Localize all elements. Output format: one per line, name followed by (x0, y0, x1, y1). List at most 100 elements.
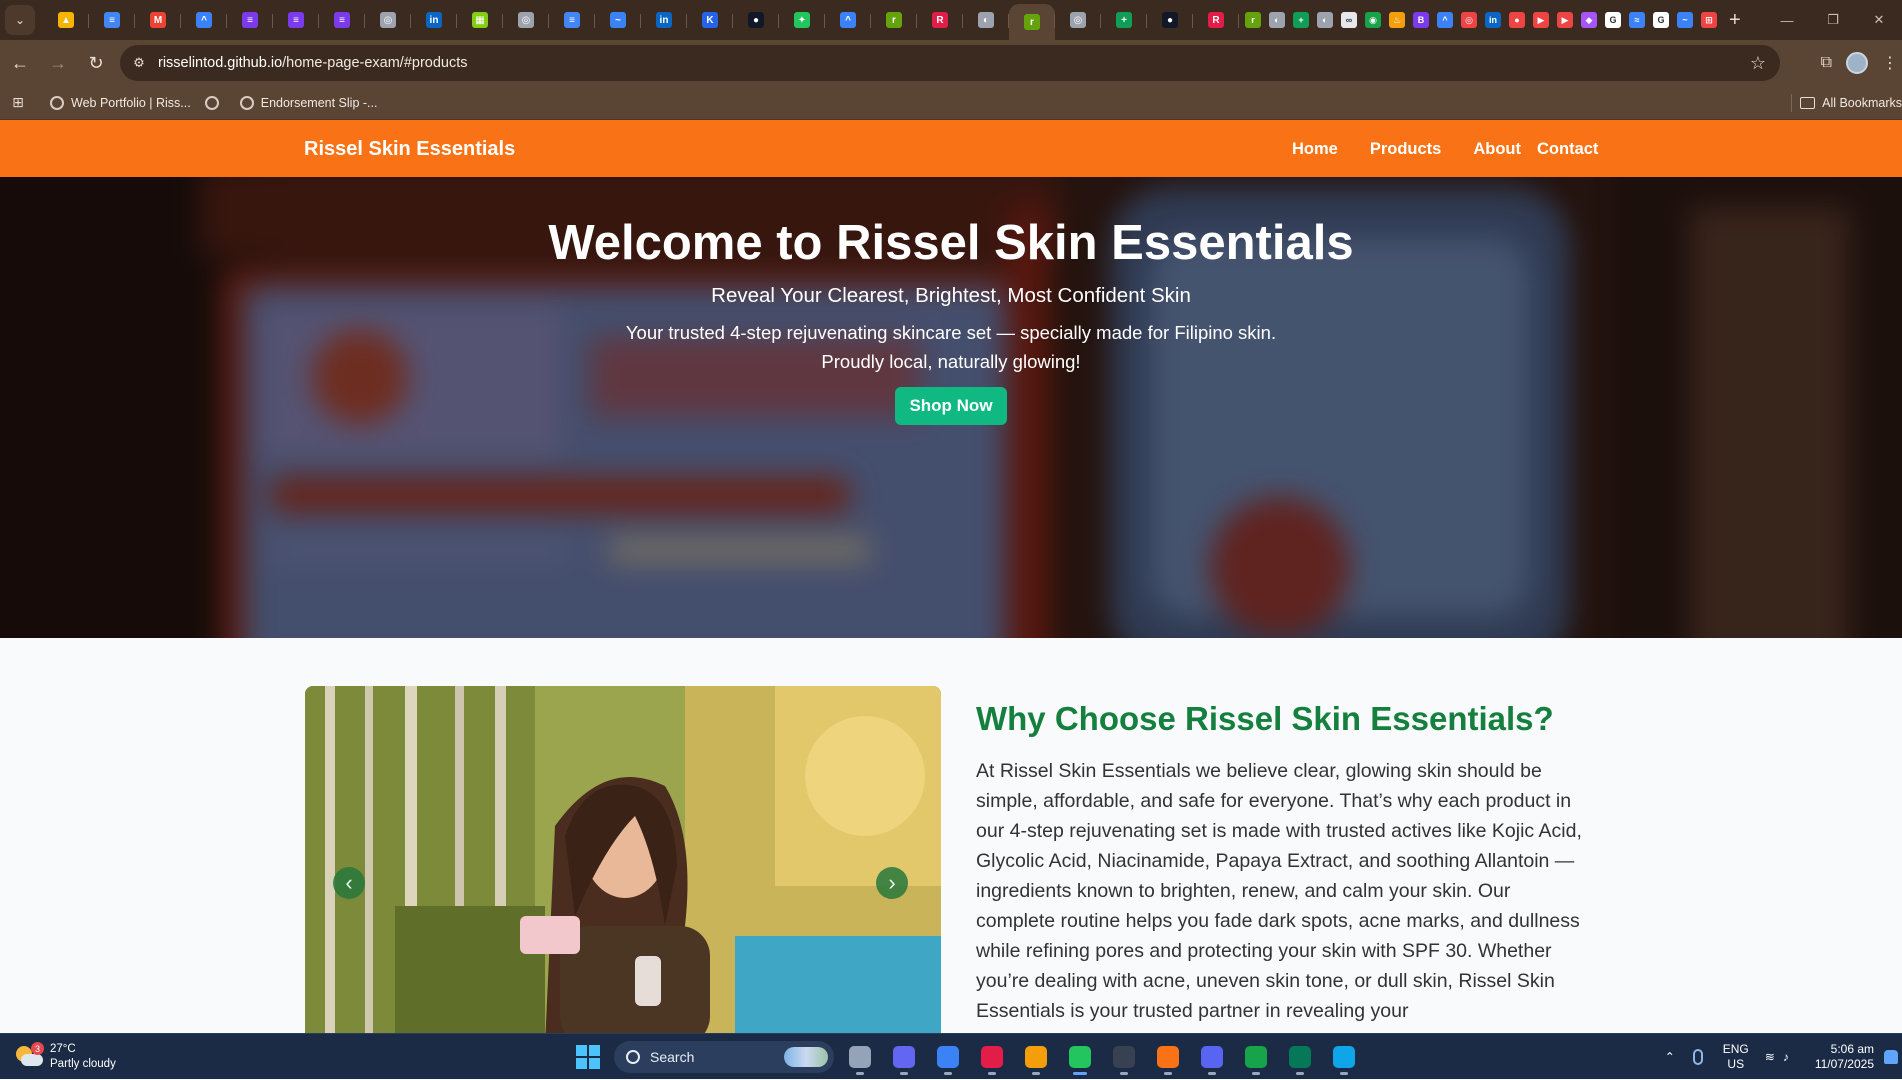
browser-tab[interactable]: R (1193, 4, 1239, 36)
browser-tab[interactable]: ≡ (273, 4, 319, 36)
nav-about[interactable]: About (1473, 140, 1521, 159)
forward-icon[interactable]: → (40, 45, 76, 81)
globe-icon[interactable]: ◐ (1269, 12, 1285, 28)
browser-tab[interactable]: ▲ (43, 4, 89, 36)
browser-tab[interactable]: ≡ (89, 4, 135, 36)
nav-products[interactable]: Products (1370, 140, 1442, 159)
browser-tab[interactable]: ^ (181, 4, 227, 36)
network-volume-icons[interactable]: ≋♪ (1765, 1050, 1797, 1064)
tab-search-icon[interactable]: ⌄ (5, 5, 35, 35)
browser-tab[interactable]: R (917, 4, 963, 36)
mongodb-compass-icon[interactable] (1238, 1039, 1274, 1075)
carousel-prev-icon[interactable]: ‹ (333, 867, 365, 899)
minimize-icon[interactable]: — (1764, 0, 1810, 40)
file-explorer-icon[interactable] (1018, 1039, 1054, 1075)
youtube-icon[interactable]: ▶ (1557, 12, 1573, 28)
meet-icon[interactable] (886, 1039, 922, 1075)
language-indicator[interactable]: ENG US (1723, 1042, 1749, 1072)
mongodb-icon[interactable] (1282, 1039, 1318, 1075)
app-icon[interactable]: ^ (1437, 12, 1453, 28)
all-bookmarks-button[interactable]: All Bookmarks (1800, 96, 1902, 110)
weather-widget[interactable]: 3 27°C Partly cloudy (16, 1042, 116, 1072)
show-hidden-icons-icon[interactable]: ⌃ (1665, 1050, 1675, 1064)
site-info-icon[interactable]: ⚙ (126, 50, 152, 76)
target-icon[interactable]: ◎ (1461, 12, 1477, 28)
browser-tab[interactable]: in (641, 4, 687, 36)
browser-tab[interactable]: ≡ (227, 4, 273, 36)
running-indicator (1032, 1072, 1040, 1075)
browser-tab[interactable]: + (1101, 4, 1147, 36)
bookmark-label: Endorsement Slip -... (260, 95, 378, 110)
profile-avatar[interactable] (1846, 52, 1868, 74)
chrome-icon[interactable] (1062, 1039, 1098, 1075)
shop-now-button[interactable]: Shop Now (895, 387, 1007, 425)
extensions-icon[interactable]: ⧉ (1821, 54, 1832, 72)
new-tab-button[interactable]: + (1729, 9, 1741, 32)
browser-tab[interactable]: ≡ (319, 4, 365, 36)
vscode-icon[interactable] (1326, 1039, 1362, 1075)
carousel-next-icon[interactable]: › (876, 867, 908, 899)
address-bar[interactable]: ⚙ risselintod.github.io/home-page-exam/#… (120, 45, 1780, 81)
browser-tab[interactable]: ^ (825, 4, 871, 36)
notepad-icon[interactable] (930, 1039, 966, 1075)
link-icon[interactable]: ∞ (1341, 12, 1357, 28)
browser-tab[interactable]: ◎ (1055, 4, 1101, 36)
close-icon[interactable]: ✕ (1856, 0, 1902, 40)
browser-tab[interactable]: ~ (595, 4, 641, 36)
google-icon[interactable]: G (1605, 12, 1621, 28)
messenger-icon[interactable]: ~ (1677, 12, 1693, 28)
browser-tab[interactable]: ✦ (779, 4, 825, 36)
back-icon[interactable]: ← (2, 45, 38, 81)
discord-icon[interactable] (1194, 1039, 1230, 1075)
cart-icon[interactable]: ⊞ (1701, 12, 1717, 28)
microphone-icon[interactable] (1692, 1049, 1703, 1065)
google-sheets-icon[interactable]: + (1293, 12, 1309, 28)
bookmark-star-icon[interactable]: ☆ (1750, 53, 1766, 74)
browser-tab[interactable]: ◎ (365, 4, 411, 36)
browser-tab[interactable]: ● (733, 4, 779, 36)
weather-temp: 27°C (50, 1043, 76, 1055)
taskbar-clock[interactable]: 5:06 am 11/07/2025 (1815, 1042, 1874, 1072)
notification-bell-icon[interactable] (1884, 1050, 1898, 1064)
restore-icon[interactable]: ❐ (1810, 0, 1856, 40)
cake-icon[interactable]: ♨ (1389, 12, 1405, 28)
bookmark-web-portfolio[interactable]: Web Portfolio | Riss... (50, 95, 191, 110)
twitch-icon[interactable]: ◆ (1581, 12, 1597, 28)
site-brand[interactable]: Rissel Skin Essentials (304, 138, 515, 161)
browser-tab[interactable]: r (1009, 4, 1055, 40)
browser-tab[interactable]: r (871, 4, 917, 36)
windows-start-icon[interactable] (570, 1039, 606, 1075)
globe-icon[interactable]: ◐ (1317, 12, 1333, 28)
nav-home[interactable]: Home (1292, 140, 1338, 159)
browser-tab[interactable]: in (411, 4, 457, 36)
hero-description-line-1: Your trusted 4-step rejuvenating skincar… (625, 322, 1277, 343)
postman-icon[interactable] (1150, 1039, 1186, 1075)
map-pin-icon[interactable]: ◉ (1365, 12, 1381, 28)
bookmark-endorsement-slip[interactable]: Endorsement Slip -... (239, 95, 378, 110)
linkedin-icon[interactable]: in (1485, 12, 1501, 28)
rse-icon[interactable]: r (1245, 12, 1261, 28)
reload-icon[interactable]: ↻ (78, 45, 114, 81)
browser-tab[interactable]: ▦ (457, 4, 503, 36)
browser-tab[interactable]: M (135, 4, 181, 36)
browser-tab[interactable]: ◎ (503, 4, 549, 36)
google-icon[interactable]: G (1653, 12, 1669, 28)
browser-tab[interactable]: ≡ (549, 4, 595, 36)
bookmark-globe[interactable] (204, 95, 226, 110)
product-carousel[interactable]: ‹ › (305, 686, 941, 1033)
apps-grid-icon[interactable]: ⊞ (0, 94, 36, 111)
task-view-icon[interactable] (842, 1039, 878, 1075)
snipping-tool-icon[interactable] (974, 1039, 1010, 1075)
nav-contact[interactable]: Contact (1537, 140, 1598, 159)
browser-tab[interactable]: K (687, 4, 733, 36)
running-indicator (1340, 1072, 1348, 1075)
youtube-icon[interactable]: ▶ (1533, 12, 1549, 28)
taskbar-search[interactable]: Search (614, 1041, 834, 1073)
circle-icon[interactable]: ● (1509, 12, 1525, 28)
terminal-icon[interactable] (1106, 1039, 1142, 1075)
wave-icon[interactable]: ≈ (1629, 12, 1645, 28)
browser-tab[interactable]: ◐ (963, 4, 1009, 36)
bootstrap-icon[interactable]: B (1413, 12, 1429, 28)
browser-tab[interactable]: ● (1147, 4, 1193, 36)
menu-icon[interactable]: ⋮ (1882, 53, 1898, 73)
